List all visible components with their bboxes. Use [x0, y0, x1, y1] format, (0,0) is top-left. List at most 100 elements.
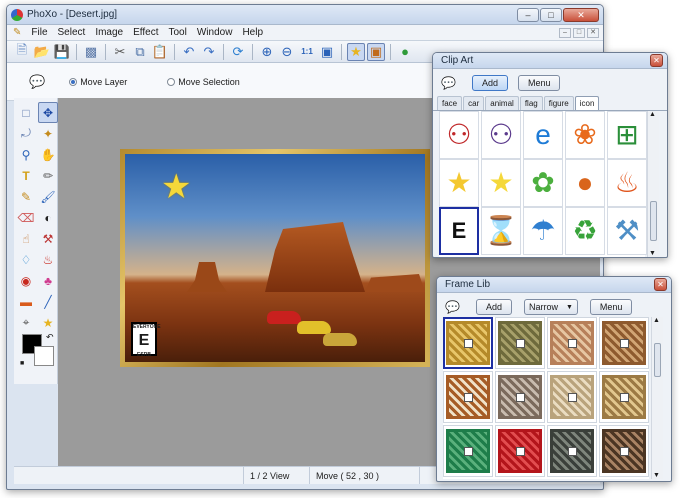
- clone-stamp-icon[interactable]: ⚒: [38, 228, 58, 249]
- maximize-button[interactable]: □: [540, 7, 562, 22]
- frame-thumbnail[interactable]: [547, 425, 597, 477]
- recycle-icon[interactable]: ♻: [565, 207, 605, 255]
- zoom-in-icon[interactable]: ⊕: [258, 43, 276, 61]
- move-layer-radio-dot[interactable]: [69, 77, 78, 86]
- tab-animal[interactable]: animal: [485, 96, 519, 110]
- clip-art-titlebar[interactable]: Clip Art ✕: [433, 53, 667, 69]
- scan-icon[interactable]: ▩: [82, 43, 100, 61]
- zoom-tool-icon[interactable]: ⚲: [16, 144, 36, 165]
- move-selection-radio[interactable]: Move Selection: [167, 77, 240, 87]
- close-button[interactable]: ✕: [563, 7, 599, 22]
- new-file-icon[interactable]: 🗎: [13, 42, 31, 61]
- campfire-icon[interactable]: ♨: [607, 159, 647, 207]
- lasso-icon[interactable]: ⤾: [16, 123, 36, 144]
- background-color-swatch[interactable]: [34, 346, 54, 366]
- red-eye-icon[interactable]: ◉: [16, 270, 36, 291]
- scroll-down-icon[interactable]: ▼: [649, 250, 656, 257]
- eyedropper-icon[interactable]: ✏: [38, 165, 58, 186]
- open-folder-icon[interactable]: 📂: [33, 43, 51, 61]
- clip-art-scroll-thumb[interactable]: [650, 201, 657, 241]
- zoom-out-icon[interactable]: ⊖: [278, 43, 296, 61]
- frame-lib-close-button[interactable]: ✕: [654, 278, 667, 291]
- tab-face[interactable]: face: [437, 96, 463, 110]
- smudge-icon[interactable]: ☝: [16, 228, 36, 249]
- decepticon-icon[interactable]: ⚇: [481, 111, 521, 159]
- msn-butterfly-icon[interactable]: ❀: [565, 111, 605, 159]
- frame-lib-add-button[interactable]: Add: [475, 299, 512, 315]
- crop-icon[interactable]: ⌖: [16, 312, 36, 333]
- clip-art-scrollbar[interactable]: ▲ ▼: [647, 111, 659, 257]
- scroll-down-icon[interactable]: ▼: [653, 472, 660, 479]
- frame-thumbnail[interactable]: [599, 371, 649, 423]
- frame-thumbnail[interactable]: [495, 317, 545, 369]
- shape-star-icon[interactable]: ★: [38, 312, 58, 333]
- menu-help[interactable]: Help: [242, 27, 263, 38]
- menu-select[interactable]: Select: [58, 27, 86, 38]
- sharpen-icon[interactable]: ♣: [38, 270, 58, 291]
- water-faucet-icon[interactable]: ⚒: [607, 207, 647, 255]
- undo-icon[interactable]: ↶: [180, 43, 198, 61]
- text-tool-icon[interactable]: T: [16, 165, 36, 186]
- color-replace-icon[interactable]: ♨: [38, 249, 58, 270]
- rect-select-icon[interactable]: □: [16, 102, 36, 123]
- red-car-sticker[interactable]: [267, 311, 301, 324]
- clip-art-menu-button[interactable]: Menu: [517, 75, 561, 91]
- brush-tool-icon[interactable]: 🖌: [38, 186, 58, 207]
- frame-thumbnail[interactable]: [443, 317, 493, 369]
- frame-lib-titlebar[interactable]: Frame Lib ✕: [437, 277, 671, 293]
- mdi-minimize-button[interactable]: –: [559, 28, 571, 38]
- smiling-star-sticker-icon[interactable]: ★: [161, 170, 191, 204]
- clip-art-panel-icon[interactable]: ★: [347, 42, 365, 61]
- menu-file[interactable]: File: [31, 27, 47, 38]
- tab-icon[interactable]: icon: [574, 96, 600, 110]
- frame-thumbnail[interactable]: [599, 425, 649, 477]
- gradient-icon[interactable]: ▬: [16, 291, 36, 312]
- frame-filter-dropdown[interactable]: Narrow ▼: [523, 299, 578, 315]
- redo-icon[interactable]: ↷: [200, 43, 218, 61]
- eraser-icon[interactable]: ⌫: [16, 207, 36, 228]
- contrast-icon[interactable]: ◐: [38, 207, 58, 228]
- pencil-tool-icon[interactable]: ✎: [16, 186, 36, 207]
- autobot-icon[interactable]: ⚇: [439, 111, 479, 159]
- menu-effect[interactable]: Effect: [133, 27, 158, 38]
- swap-colors-icon[interactable]: ↶: [46, 332, 54, 343]
- reset-colors-icon[interactable]: ■: [20, 360, 24, 367]
- magic-wand-icon[interactable]: ✦: [38, 123, 58, 144]
- copy-icon[interactable]: ⧉: [131, 43, 149, 61]
- main-titlebar[interactable]: PhoXo - [Desert.jpg] – □ ✕: [7, 5, 603, 25]
- move-layer-radio[interactable]: Move Layer: [69, 77, 127, 87]
- fit-window-icon[interactable]: ▣: [318, 43, 336, 61]
- windows-logo-icon[interactable]: ⊞: [607, 111, 647, 159]
- move-tool-icon[interactable]: ✥: [38, 102, 58, 123]
- cut-icon[interactable]: ✂: [111, 43, 129, 61]
- smiling-star-icon[interactable]: ★: [481, 159, 521, 207]
- frame-thumbnail[interactable]: [599, 317, 649, 369]
- hourglass-icon[interactable]: ⌛: [481, 207, 521, 255]
- tab-figure[interactable]: figure: [543, 96, 574, 110]
- frame-lib-menu-button[interactable]: Menu: [589, 299, 633, 315]
- save-icon[interactable]: 💾: [53, 43, 71, 61]
- tab-flag[interactable]: flag: [519, 96, 543, 110]
- paste-icon[interactable]: 📋: [151, 43, 169, 61]
- fill-bucket-icon[interactable]: ♢: [16, 249, 36, 270]
- frame-lib-panel-icon[interactable]: ▣: [367, 42, 385, 61]
- actual-size-icon[interactable]: 1:1: [298, 43, 316, 61]
- internet-explorer-icon[interactable]: e: [523, 111, 563, 159]
- esrb-everyone-icon[interactable]: E: [439, 207, 479, 255]
- gold-car-sticker[interactable]: [323, 333, 357, 346]
- move-selection-radio-dot[interactable]: [167, 77, 176, 86]
- scroll-up-icon[interactable]: ▲: [649, 111, 656, 118]
- mdi-close-button[interactable]: ✕: [587, 28, 599, 38]
- rotate-icon[interactable]: ⟳: [229, 43, 247, 61]
- menu-tool[interactable]: Tool: [169, 27, 187, 38]
- frame-thumbnail[interactable]: [443, 371, 493, 423]
- clip-art-add-button[interactable]: Add: [471, 75, 508, 91]
- frame-thumbnail[interactable]: [495, 371, 545, 423]
- frame-lib-scroll-thumb[interactable]: [654, 343, 661, 377]
- esrb-everyone-sticker[interactable]: EVERYONE E ESRB: [131, 322, 161, 358]
- clip-art-close-button[interactable]: ✕: [650, 54, 663, 67]
- scroll-up-icon[interactable]: ▲: [653, 317, 660, 324]
- star-icon[interactable]: ★: [439, 159, 479, 207]
- frame-lib-scrollbar[interactable]: ▲ ▼: [651, 317, 663, 479]
- menu-image[interactable]: Image: [95, 27, 123, 38]
